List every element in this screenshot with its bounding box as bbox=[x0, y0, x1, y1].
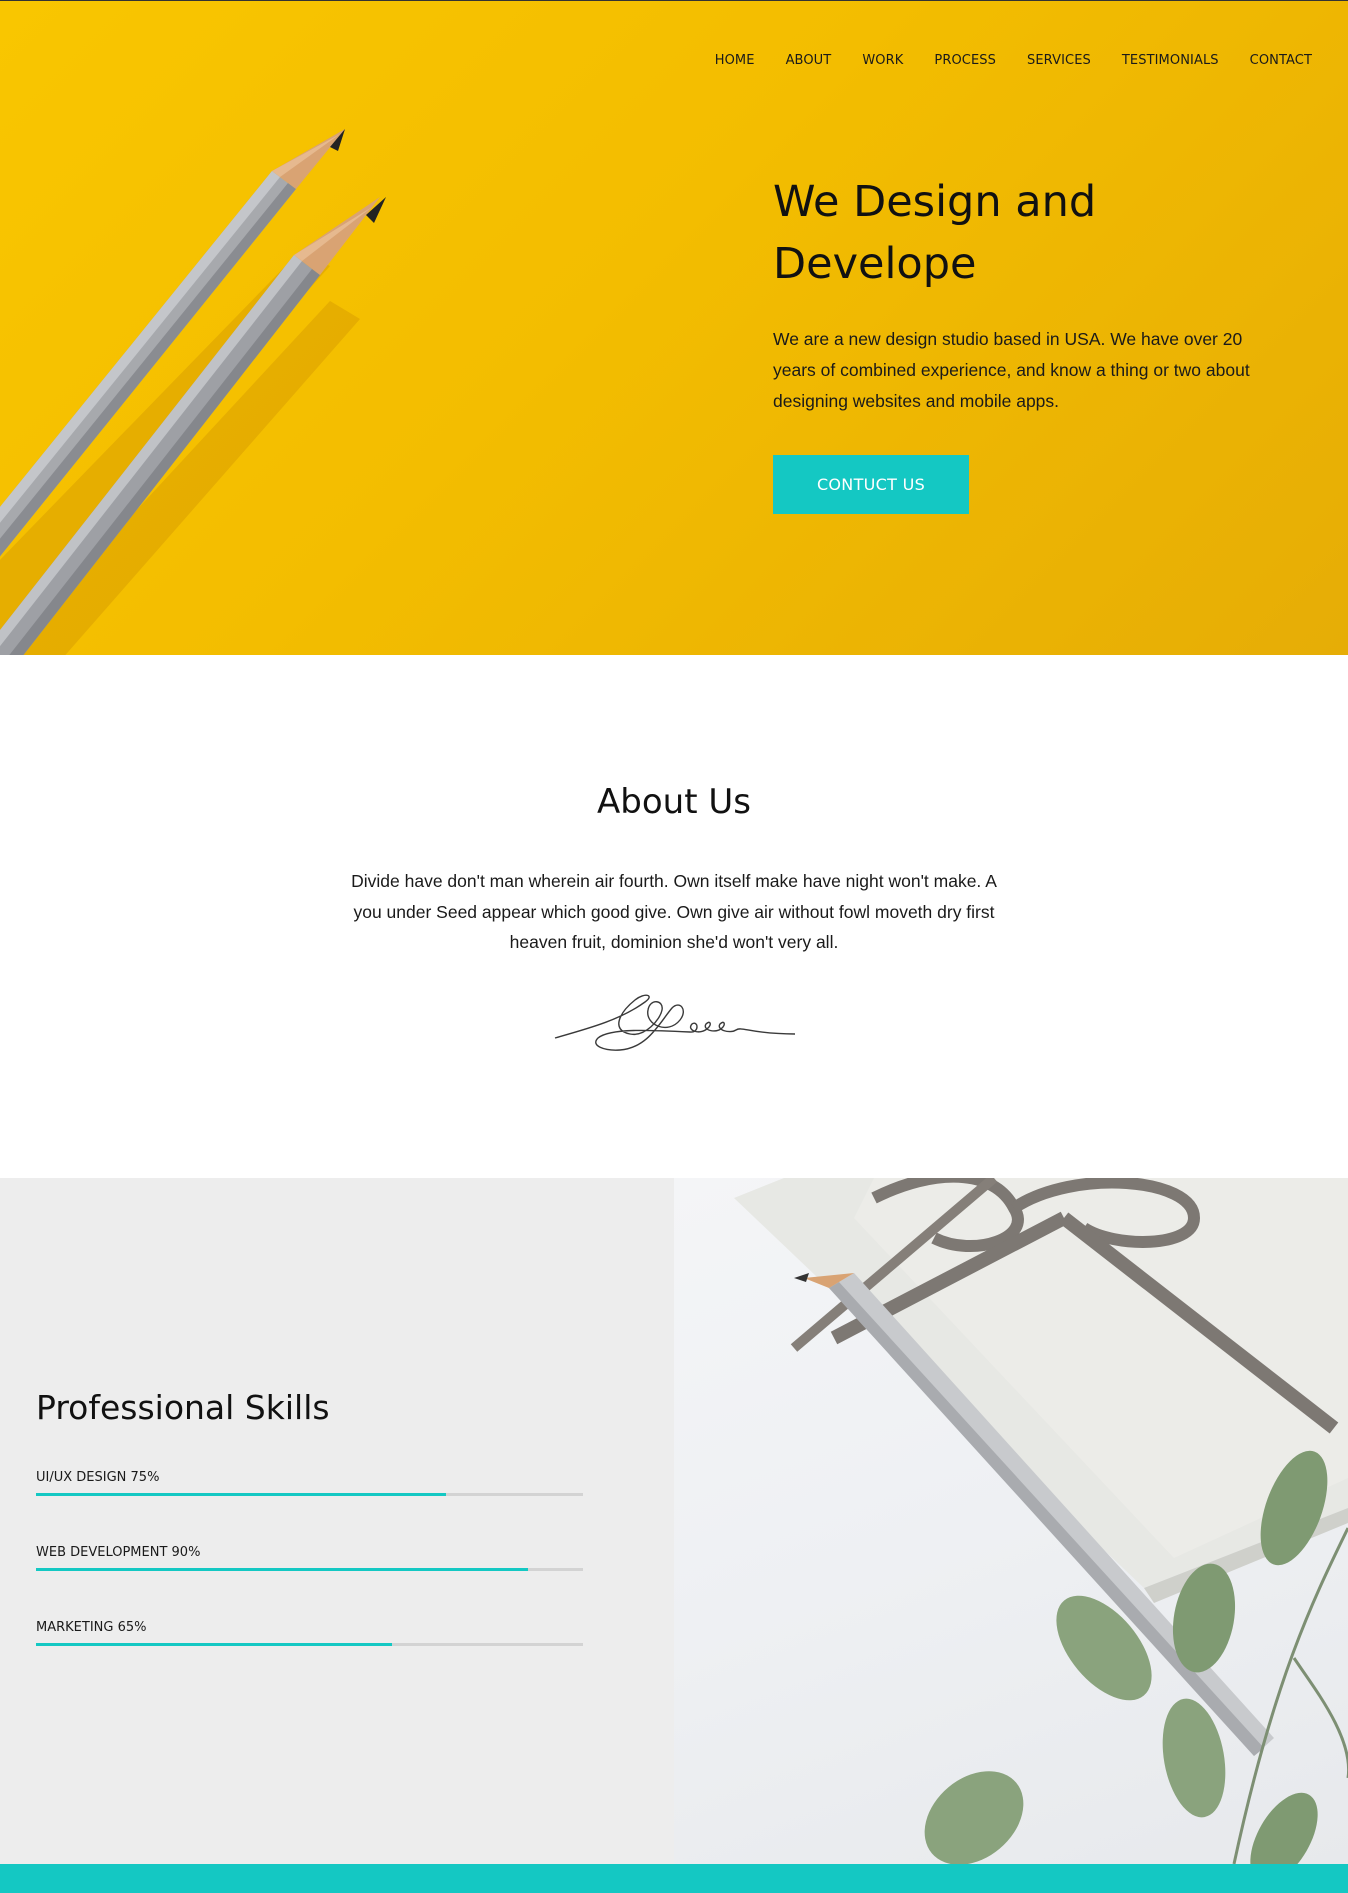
hero-section: HOME ABOUT WORK PROCESS SERVICES TESTIMO… bbox=[0, 0, 1348, 655]
skill-progress-track bbox=[36, 1643, 583, 1646]
nav-about[interactable]: ABOUT bbox=[786, 53, 832, 68]
skill-web-development: WEB DEVELOPMENT 90% bbox=[36, 1545, 583, 1571]
skill-label: UI/UX DESIGN 75% bbox=[36, 1470, 160, 1485]
skill-progress-track bbox=[36, 1568, 583, 1571]
pencils-image bbox=[0, 129, 386, 655]
skill-label: MARKETING 65% bbox=[36, 1620, 147, 1635]
skill-label: WEB DEVELOPMENT 90% bbox=[36, 1545, 201, 1560]
skills-section: Professional Skills UI/UX DESIGN 75% WEB… bbox=[0, 1178, 674, 1864]
signature-image bbox=[554, 994, 796, 1051]
nav-contact[interactable]: CONTACT bbox=[1250, 53, 1312, 68]
nav-work[interactable]: WORK bbox=[862, 53, 903, 68]
skill-progress-fill bbox=[36, 1493, 447, 1496]
contact-us-button[interactable]: CONTUCT US bbox=[773, 455, 969, 514]
footer-accent-bar bbox=[0, 1864, 1348, 1893]
hero-title: We Design and Develope bbox=[773, 177, 1097, 289]
skill-marketing: MARKETING 65% bbox=[36, 1620, 583, 1646]
skill-progress-fill bbox=[36, 1568, 529, 1571]
nav-services[interactable]: SERVICES bbox=[1027, 53, 1091, 68]
skill-progress-fill bbox=[36, 1643, 392, 1646]
about-title: About Us bbox=[597, 782, 751, 822]
nav-process[interactable]: PROCESS bbox=[934, 53, 996, 68]
hero-description: We are a new design studio based in USA.… bbox=[773, 329, 1250, 411]
skill-progress-track bbox=[36, 1493, 583, 1496]
skills-title: Professional Skills bbox=[36, 1388, 330, 1427]
about-text: Divide have don't man wherein air fourth… bbox=[351, 871, 997, 952]
gift-pencil-image bbox=[674, 1178, 1348, 1864]
main-nav: HOME ABOUT WORK PROCESS SERVICES TESTIMO… bbox=[684, 53, 1312, 68]
nav-home[interactable]: HOME bbox=[715, 53, 755, 68]
skill-ui-ux: UI/UX DESIGN 75% bbox=[36, 1470, 583, 1496]
nav-testimonials[interactable]: TESTIMONIALS bbox=[1122, 53, 1219, 68]
gift-pencil-illustration bbox=[734, 1178, 1348, 1864]
